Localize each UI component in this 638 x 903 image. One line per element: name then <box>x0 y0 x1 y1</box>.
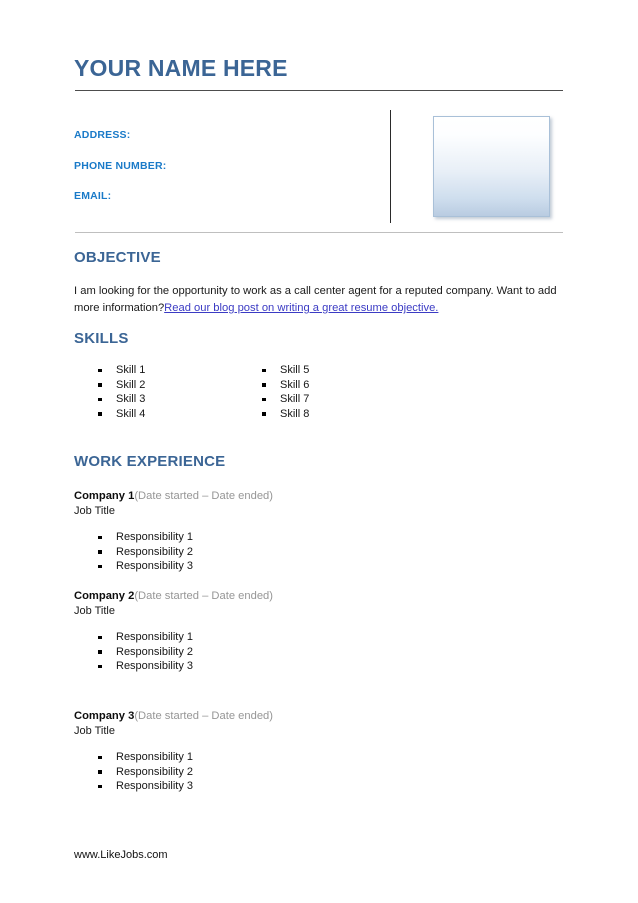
square-bullet-icon <box>98 533 116 541</box>
square-bullet-icon <box>98 548 116 556</box>
section-heading-objective: OBJECTIVE <box>74 249 161 266</box>
page-title: YOUR NAME HERE <box>74 55 288 81</box>
job-company-line: Company 3(Date started – Date ended) <box>74 709 554 724</box>
square-bullet-icon <box>98 768 116 776</box>
responsibility-item: Responsibility 1 <box>98 751 554 766</box>
responsibility-item-label: Responsibility 2 <box>116 645 194 658</box>
square-bullet-icon <box>98 366 116 374</box>
contact-block: ADDRESS: PHONE NUMBER: EMAIL: <box>74 129 374 221</box>
objective-blog-link[interactable]: Read our blog post on writing a great re… <box>164 302 438 314</box>
contact-phone-label: PHONE NUMBER: <box>74 159 167 172</box>
footer-url: www.LikeJobs.com <box>74 849 168 861</box>
section-heading-skills: SKILLS <box>74 330 129 347</box>
job-title: Job Title <box>74 505 115 517</box>
square-bullet-icon <box>98 395 116 403</box>
contact-address-label: ADDRESS: <box>74 129 131 141</box>
square-bullet-icon <box>262 381 280 389</box>
responsibility-item-label: Responsibility 3 <box>116 780 194 792</box>
square-bullet-icon <box>98 562 116 570</box>
skill-item-label: Skill 5 <box>280 364 310 376</box>
skill-item: Skill 2 <box>98 379 145 394</box>
contact-section-divider-rule <box>75 232 563 233</box>
skills-column-2: Skill 5 Skill 6 Skill 7 Skill 8 <box>262 364 309 422</box>
square-bullet-icon <box>262 366 280 374</box>
skill-item: Skill 4 <box>98 408 145 423</box>
responsibility-list: Responsibility 1 Responsibility 2 Responsi… <box>98 531 554 575</box>
job-company-name: Company 2 <box>74 590 135 602</box>
responsibility-item: Responsibility 3 <box>98 560 554 575</box>
square-bullet-icon <box>98 633 116 641</box>
job-company-name: Company 3 <box>74 710 135 722</box>
responsibility-item-label: Responsibility 1 <box>116 631 194 643</box>
responsibility-item-label: Responsibility 2 <box>116 765 194 778</box>
skill-item: Skill 8 <box>262 408 309 423</box>
job-dates: (Date started – Date ended) <box>134 490 273 502</box>
skill-item-label: Skill 7 <box>280 393 310 405</box>
responsibility-item: Responsibility 1 <box>98 531 554 546</box>
job-dates: (Date started – Date ended) <box>134 710 273 722</box>
skill-item: Skill 1 <box>98 364 145 379</box>
responsibility-item-label: Responsibility 1 <box>116 531 194 543</box>
square-bullet-icon <box>98 648 116 656</box>
square-bullet-icon <box>262 410 280 418</box>
skill-item-label: Skill 4 <box>116 407 146 420</box>
skill-item: Skill 7 <box>262 393 309 408</box>
responsibility-item-label: Responsibility 3 <box>116 660 194 672</box>
job-title: Job Title <box>74 605 115 617</box>
responsibility-item-label: Responsibility 3 <box>116 560 194 572</box>
responsibility-item: Responsibility 3 <box>98 780 554 795</box>
square-bullet-icon <box>98 753 116 761</box>
square-bullet-icon <box>98 662 116 670</box>
responsibility-item: Responsibility 1 <box>98 631 554 646</box>
responsibility-item: Responsibility 2 <box>98 766 554 781</box>
skill-item-label: Skill 8 <box>280 407 310 420</box>
job-entry: Company 2(Date started – Date ended) Job … <box>74 589 554 675</box>
responsibility-item: Responsibility 2 <box>98 546 554 561</box>
skill-item-label: Skill 2 <box>116 378 146 391</box>
square-bullet-icon <box>262 395 280 403</box>
responsibility-item: Responsibility 3 <box>98 660 554 675</box>
objective-paragraph: I am looking for the opportunity to work… <box>74 283 560 317</box>
responsibility-list: Responsibility 1 Responsibility 2 Responsi… <box>98 631 554 675</box>
square-bullet-icon <box>98 410 116 418</box>
skill-item: Skill 5 <box>262 364 309 379</box>
resume-page: YOUR NAME HERE ADDRESS: PHONE NUMBER: EM… <box>0 0 638 903</box>
job-company-name: Company 1 <box>74 490 135 502</box>
job-company-line: Company 1(Date started – Date ended) <box>74 489 554 504</box>
skill-item-label: Skill 1 <box>116 364 146 376</box>
square-bullet-icon <box>98 782 116 790</box>
job-title: Job Title <box>74 725 115 737</box>
photo-placeholder[interactable] <box>433 116 550 217</box>
header-divider-rule <box>75 90 563 91</box>
contact-email-label: EMAIL: <box>74 190 112 202</box>
job-entry: Company 3(Date started – Date ended) Job … <box>74 709 554 795</box>
skill-item: Skill 6 <box>262 379 309 394</box>
square-bullet-icon <box>98 381 116 389</box>
job-company-line: Company 2(Date started – Date ended) <box>74 589 554 604</box>
skill-item-label: Skill 3 <box>116 393 146 405</box>
skill-item-label: Skill 6 <box>280 378 310 391</box>
responsibility-item-label: Responsibility 2 <box>116 545 194 558</box>
skills-column-1: Skill 1 Skill 2 Skill 3 Skill 4 <box>98 364 145 422</box>
job-entry: Company 1(Date started – Date ended) Job … <box>74 489 554 575</box>
responsibility-item: Responsibility 2 <box>98 646 554 661</box>
section-heading-work-experience: WORK EXPERIENCE <box>74 453 226 470</box>
responsibility-item-label: Responsibility 1 <box>116 751 194 763</box>
skill-item: Skill 3 <box>98 393 145 408</box>
responsibility-list: Responsibility 1 Responsibility 2 Responsi… <box>98 751 554 795</box>
contact-photo-vertical-divider <box>390 110 391 223</box>
job-dates: (Date started – Date ended) <box>134 590 273 602</box>
